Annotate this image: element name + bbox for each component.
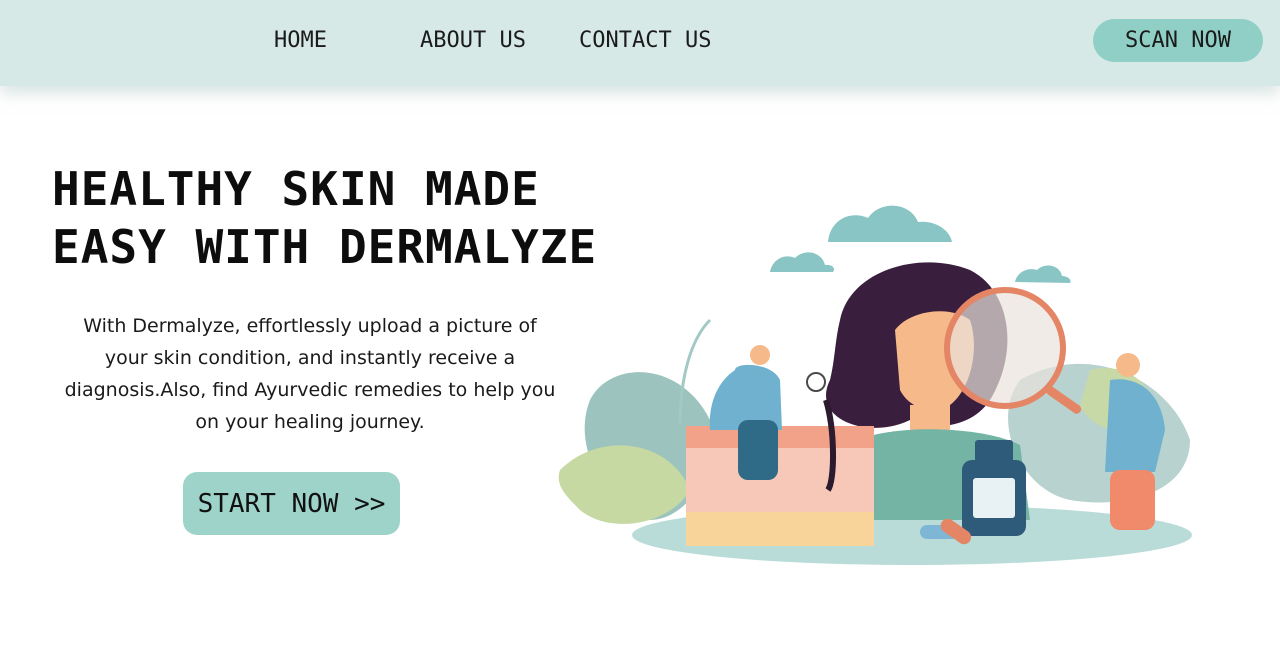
medicine-label (973, 478, 1015, 518)
nav-link-contact-us[interactable]: CONTACT US (579, 28, 711, 53)
cloud-large (828, 205, 952, 242)
hero-description: With Dermalyze, effortlessly upload a pi… (64, 315, 556, 433)
cloud-small-right (1015, 265, 1071, 283)
man-head (1116, 353, 1140, 377)
small-woman-legs (738, 420, 778, 480)
magnifier-icon (944, 287, 1066, 409)
medicine-bottle-neck (975, 440, 1013, 462)
scan-now-button[interactable]: SCAN NOW (1093, 19, 1263, 62)
small-woman-head (750, 345, 770, 365)
skin-diagnosis-illustration (558, 205, 1192, 565)
skin-layer-fat (686, 512, 874, 546)
man-legs (1110, 470, 1155, 530)
nav-link-about-us[interactable]: ABOUT US (420, 28, 526, 53)
cloud-small-left (770, 252, 835, 272)
nav-link-home[interactable]: HOME (274, 28, 327, 53)
small-magnifier-icon (806, 372, 826, 392)
navbar: HOME ABOUT US CONTACT US SCAN NOW (0, 0, 1280, 86)
start-now-button[interactable]: START NOW >> (183, 472, 400, 535)
